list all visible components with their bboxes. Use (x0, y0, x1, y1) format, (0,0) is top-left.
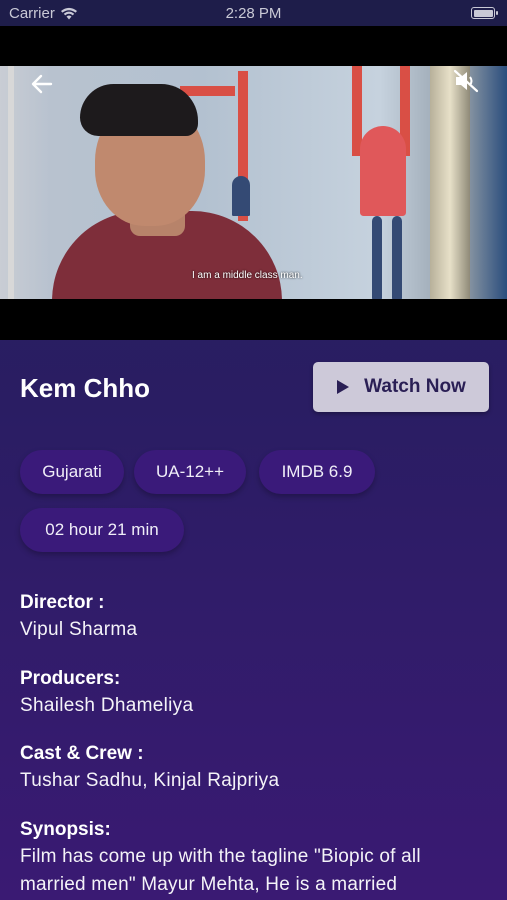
watch-now-button[interactable]: Watch Now (313, 362, 489, 412)
mute-button[interactable] (451, 66, 481, 96)
video-subtitle: I am a middle class man. (192, 270, 303, 281)
movie-title: Kem Chho (20, 373, 150, 403)
producers-label: Producers: (20, 668, 121, 689)
language-chip: Gujarati (20, 450, 124, 494)
battery-icon (471, 7, 498, 19)
producers-value: Shailesh Dhameliya (20, 695, 194, 716)
director-label: Director : (20, 592, 105, 613)
title-row: Kem Chho Watch Now (20, 362, 489, 412)
video-player[interactable]: I am a middle class man. (0, 26, 507, 340)
cast-value: Tushar Sadhu, Kinjal Rajpriya (20, 770, 280, 791)
arrow-left-icon (31, 74, 53, 94)
volume-mute-icon (453, 69, 479, 93)
cast-label: Cast & Crew : (20, 743, 144, 764)
status-time: 2:28 PM (225, 5, 282, 22)
producers-section: Producers: Shailesh Dhameliya (20, 668, 490, 717)
cast-section: Cast & Crew : Tushar Sadhu, Kinjal Rajpr… (20, 743, 490, 792)
director-value: Vipul Sharma (20, 619, 138, 640)
rating-chip: UA-12++ (134, 450, 246, 494)
synopsis-text: Film has come up with the tagline "Biopi… (20, 846, 421, 895)
synopsis-section: Synopsis: Film has come up with the tagl… (20, 819, 490, 899)
back-button[interactable] (22, 64, 62, 104)
imdb-chip: IMDB 6.9 (259, 450, 375, 494)
video-frame[interactable]: I am a middle class man. (0, 66, 507, 299)
synopsis-label: Synopsis: (20, 819, 111, 840)
play-icon (337, 380, 350, 394)
status-bar: Carrier 2:28 PM (0, 0, 507, 26)
duration-chip: 02 hour 21 min (20, 508, 184, 552)
watch-now-label: Watch Now (364, 376, 466, 397)
director-section: Director : Vipul Sharma (20, 592, 490, 641)
